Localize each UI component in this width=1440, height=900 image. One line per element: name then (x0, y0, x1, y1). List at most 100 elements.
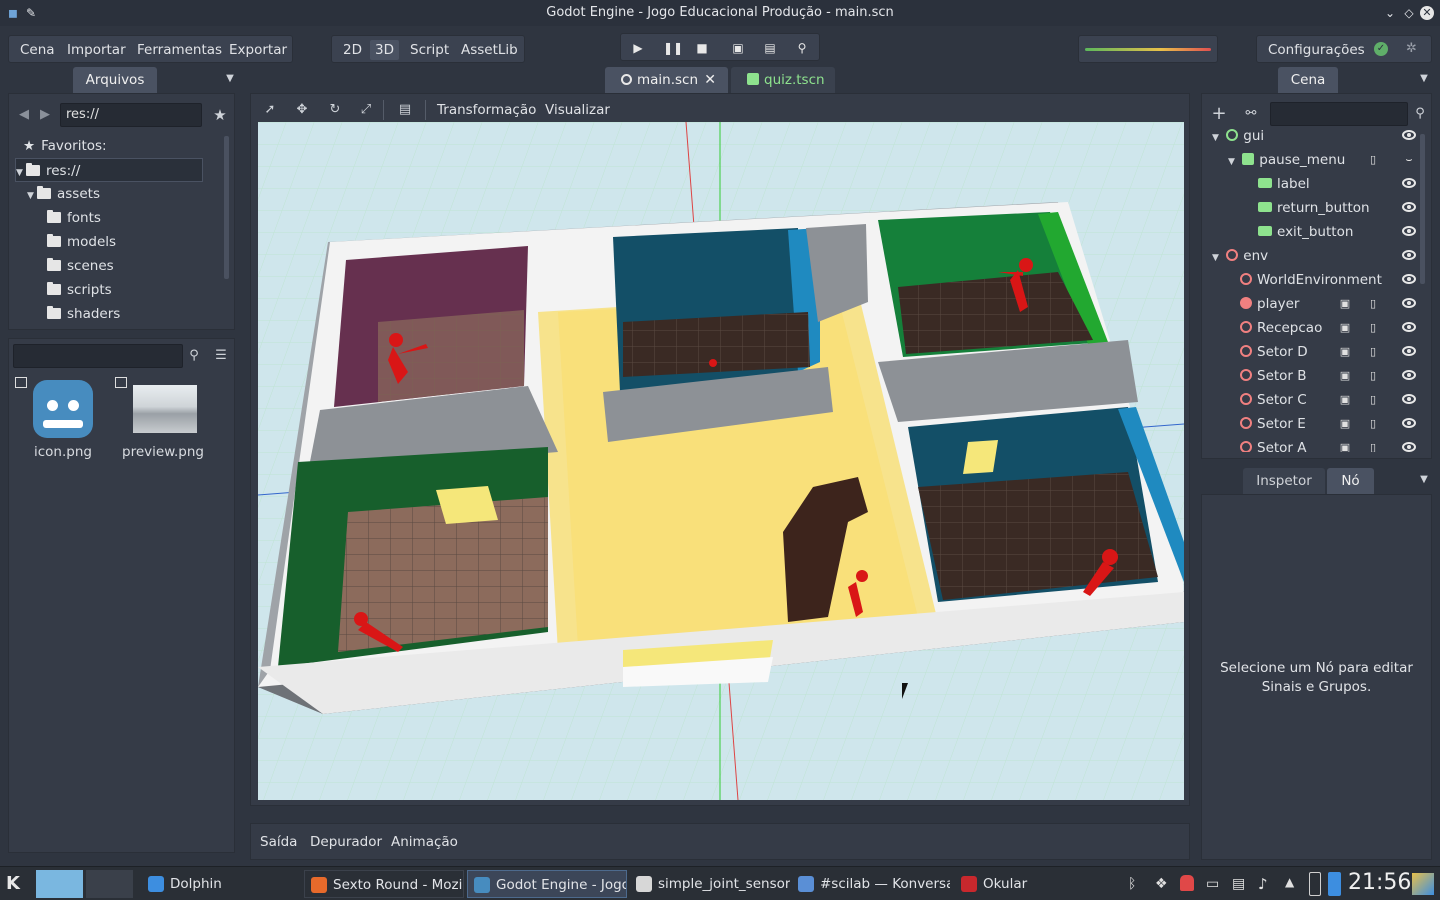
script-icon[interactable]: ▯ (1366, 153, 1380, 167)
pause-icon[interactable]: ❚❚ (663, 40, 683, 56)
scene-filter-input[interactable] (1270, 102, 1408, 126)
open-scene-icon[interactable]: ▣ (1338, 393, 1352, 407)
minimize-icon[interactable]: ⌄ (1382, 5, 1398, 21)
battery-icon[interactable] (1309, 872, 1321, 896)
ghost-icon[interactable] (1180, 875, 1194, 891)
visibility-eye-icon[interactable] (1402, 226, 1416, 236)
script-icon[interactable]: ▯ (1366, 369, 1380, 383)
script-icon[interactable]: ▯ (1366, 393, 1380, 407)
visibility-eye-icon[interactable] (1402, 178, 1416, 188)
scene-node[interactable]: ▼ env (1212, 244, 1422, 268)
tab-debugger[interactable]: Depurador (310, 834, 382, 850)
open-scene-icon[interactable]: ▣ (1338, 417, 1352, 431)
visibility-eye-icon[interactable] (1402, 322, 1416, 332)
open-scene-icon[interactable]: ▣ (1338, 369, 1352, 383)
transform-menu[interactable]: Transformação (437, 102, 536, 118)
visibility-eye-icon[interactable] (1402, 130, 1416, 140)
tab-main-scn[interactable]: main.scn ✕ (605, 67, 728, 93)
dropbox-icon[interactable]: ❖ (1155, 876, 1168, 892)
scene-node[interactable]: return_button (1212, 196, 1422, 220)
scene-node[interactable]: ▼ gui (1212, 128, 1422, 148)
dock-menu-icon[interactable]: ▼ (221, 70, 239, 88)
path-field[interactable]: res:// (60, 103, 202, 127)
open-scene-icon[interactable]: ▣ (1338, 321, 1352, 335)
taskbar-task[interactable]: simple_joint_sensor_ (630, 870, 790, 898)
script-icon[interactable]: ▯ (1366, 321, 1380, 335)
maximize-icon[interactable]: ◇ (1401, 5, 1417, 21)
open-scene-icon[interactable]: ▣ (1338, 297, 1352, 311)
mode-2d[interactable]: 2D (343, 42, 362, 58)
bluetooth-icon[interactable]: ᛒ (1128, 876, 1136, 892)
forward-icon[interactable]: ▶ (36, 106, 54, 124)
back-icon[interactable]: ◀ (15, 106, 33, 124)
tab-animation[interactable]: Animação (391, 834, 458, 850)
visibility-eye-icon[interactable] (1402, 346, 1416, 356)
list-select-icon[interactable]: ▤ (396, 101, 414, 119)
expand-arrow-icon[interactable]: ▼ (1212, 128, 1222, 150)
visibility-eye-icon[interactable] (1402, 418, 1416, 428)
dock-menu-icon[interactable]: ▼ (1415, 70, 1433, 88)
move-tool-icon[interactable]: ✥ (293, 101, 311, 119)
scene-node[interactable]: WorldEnvironment (1212, 268, 1422, 292)
scene-node[interactable]: Recepcao ▣ ▯ (1212, 316, 1422, 340)
show-desktop-icon[interactable] (1412, 873, 1434, 895)
open-scene-icon[interactable]: ▣ (1338, 441, 1352, 452)
scene-node[interactable]: Setor D ▣ ▯ (1212, 340, 1422, 364)
tab-arquivos[interactable]: Arquivos (73, 67, 157, 93)
stop-icon[interactable]: ■ (694, 40, 710, 56)
close-icon[interactable]: ✕ (1420, 6, 1434, 20)
tab-cena[interactable]: Cena (1278, 67, 1338, 93)
volume-icon[interactable]: ♪ (1258, 875, 1268, 893)
expand-arrow-icon[interactable]: ▼ (1212, 246, 1222, 270)
add-node-icon[interactable]: + (1210, 105, 1228, 123)
menu-ferramentas[interactable]: Ferramentas (137, 42, 222, 58)
tab-output[interactable]: Saída (260, 834, 297, 850)
virtual-desktop-2[interactable] (86, 870, 133, 898)
rotate-tool-icon[interactable]: ↻ (326, 101, 344, 119)
instance-link-icon[interactable]: ⚯ (1242, 105, 1260, 123)
virtual-desktop-1[interactable] (36, 870, 83, 898)
view-menu[interactable]: Visualizar (545, 102, 610, 118)
taskbar-task[interactable]: Godot Engine - Jogo (467, 870, 627, 898)
script-icon[interactable]: ▯ (1366, 297, 1380, 311)
visibility-eye-icon[interactable] (1402, 202, 1416, 212)
menu-importar[interactable]: Importar (67, 42, 126, 58)
mode-3d[interactable]: 3D (370, 40, 399, 60)
visibility-eye-icon[interactable] (1402, 442, 1416, 452)
settings-button[interactable]: Configurações (1268, 42, 1365, 58)
play-custom-icon[interactable]: ▤ (762, 40, 778, 56)
hidden-eye-icon[interactable]: ⌣ (1402, 153, 1416, 167)
taskbar-task[interactable]: Okular (955, 870, 1115, 898)
scene-node[interactable]: Setor E ▣ ▯ (1212, 412, 1422, 436)
favorite-star-icon[interactable]: ★ (211, 106, 229, 124)
visibility-eye-icon[interactable] (1402, 250, 1416, 260)
visibility-eye-icon[interactable] (1402, 298, 1416, 308)
mode-script[interactable]: Script (410, 42, 449, 58)
select-tool-icon[interactable]: ➚ (261, 101, 279, 119)
tab-quiz-tscn[interactable]: quiz.tscn (731, 67, 835, 93)
scene-node[interactable]: label (1212, 172, 1422, 196)
taskbar-task[interactable]: #scilab — Konversat (792, 870, 950, 898)
scene-node[interactable]: Setor C ▣ ▯ (1212, 388, 1422, 412)
scene-node[interactable]: Setor B ▣ ▯ (1212, 364, 1422, 388)
battery-icon[interactable] (1328, 872, 1341, 896)
script-icon[interactable]: ▯ (1366, 441, 1380, 452)
tab-inspetor[interactable]: Inspetor (1243, 468, 1325, 494)
dock-menu-icon[interactable]: ▼ (1415, 471, 1433, 489)
script-icon[interactable]: ▯ (1366, 345, 1380, 359)
taskbar-task[interactable]: Sexto Round - Mozill (304, 870, 464, 898)
menu-exportar[interactable]: Exportar (229, 42, 287, 58)
scene-node[interactable]: Setor A ▣ ▯ (1212, 436, 1422, 452)
open-scene-icon[interactable]: ▣ (1338, 345, 1352, 359)
tab-no[interactable]: Nó (1327, 468, 1374, 494)
search-icon[interactable]: ⚲ (1411, 105, 1429, 123)
visibility-eye-icon[interactable] (1402, 274, 1416, 284)
play-scene-icon[interactable]: ▣ (730, 40, 746, 56)
expand-arrow-icon[interactable]: ▼ (1228, 150, 1238, 174)
clipboard-icon[interactable]: ▤ (1232, 876, 1245, 892)
play-icon[interactable]: ▶ (630, 40, 646, 56)
mode-assetlib[interactable]: AssetLib (461, 42, 518, 58)
scene-node[interactable]: ▼ pause_menu ▯ ⌣ (1212, 148, 1422, 172)
kde-menu-icon[interactable]: K (6, 873, 28, 895)
scene-node[interactable]: player ▣ ▯ (1212, 292, 1422, 316)
